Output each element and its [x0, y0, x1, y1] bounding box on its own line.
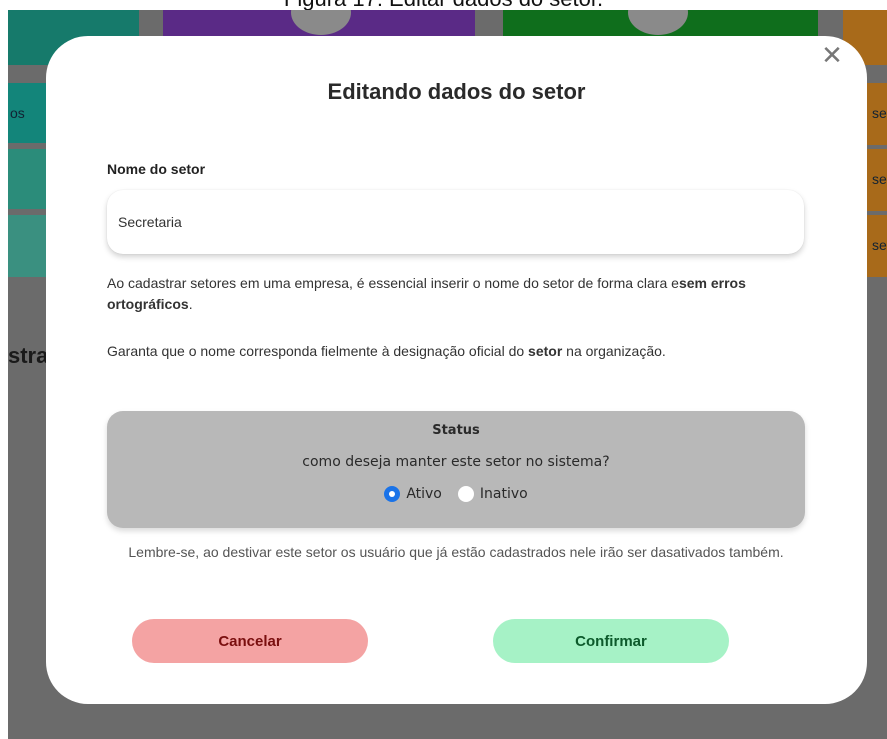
figure-caption-text: Figura 17: Editar dados do setor.: [0, 0, 887, 10]
help-text-2-bold: setor: [528, 343, 563, 359]
bg-left-label: os: [10, 105, 25, 121]
radio-ativo[interactable]: Ativo: [384, 486, 442, 502]
help-text-1-a: Ao cadastrar setores em uma empresa, é e…: [107, 275, 679, 291]
help-text-2-a: Garanta que o nome corresponda fielmente…: [107, 343, 529, 359]
radio-inativo[interactable]: Inativo: [457, 486, 528, 502]
sector-name-label: Nome do setor: [107, 161, 206, 177]
radio-ativo-dot[interactable]: [384, 486, 401, 502]
help-text-1: Ao cadastrar setores em uma empresa, é e…: [107, 273, 797, 315]
close-icon[interactable]: ✕: [820, 43, 844, 69]
bg-right-label-1: se: [872, 105, 887, 121]
cancel-button[interactable]: Cancelar: [132, 619, 368, 663]
help-text-2-c: na organização.: [562, 343, 666, 359]
radio-ativo-label: Ativo: [406, 486, 442, 502]
bg-right-label-2: se: [872, 171, 887, 187]
confirm-button[interactable]: Confirmar: [493, 619, 729, 663]
status-title: Status: [432, 423, 480, 438]
deactivation-reminder: Lembre-se, ao destivar este setor os usu…: [128, 544, 784, 560]
bg-tile-left-2: [8, 149, 48, 209]
bg-right-label-3: se: [872, 237, 887, 253]
status-question: como deseja manter este setor no sistema…: [302, 454, 610, 470]
bg-partial-heading: stra: [8, 343, 49, 368]
status-panel: Status como deseja manter este setor no …: [107, 411, 805, 528]
modal-title: Editando dados do setor: [327, 79, 586, 104]
radio-inativo-dot[interactable]: [457, 486, 474, 502]
status-radio-group: Ativo Inativo: [107, 486, 805, 502]
radio-inativo-label: Inativo: [479, 486, 528, 502]
help-text-1-c: .: [188, 296, 193, 312]
bg-tile-left-3: [8, 215, 48, 277]
figure-caption: Figura 17: Editar dados do setor.: [0, 0, 887, 10]
help-text-2: Garanta que o nome corresponda fielmente…: [107, 341, 797, 362]
edit-sector-modal: [46, 36, 867, 704]
sector-name-input[interactable]: Secretaria: [107, 190, 804, 254]
sector-name-value: Secretaria: [118, 214, 182, 230]
